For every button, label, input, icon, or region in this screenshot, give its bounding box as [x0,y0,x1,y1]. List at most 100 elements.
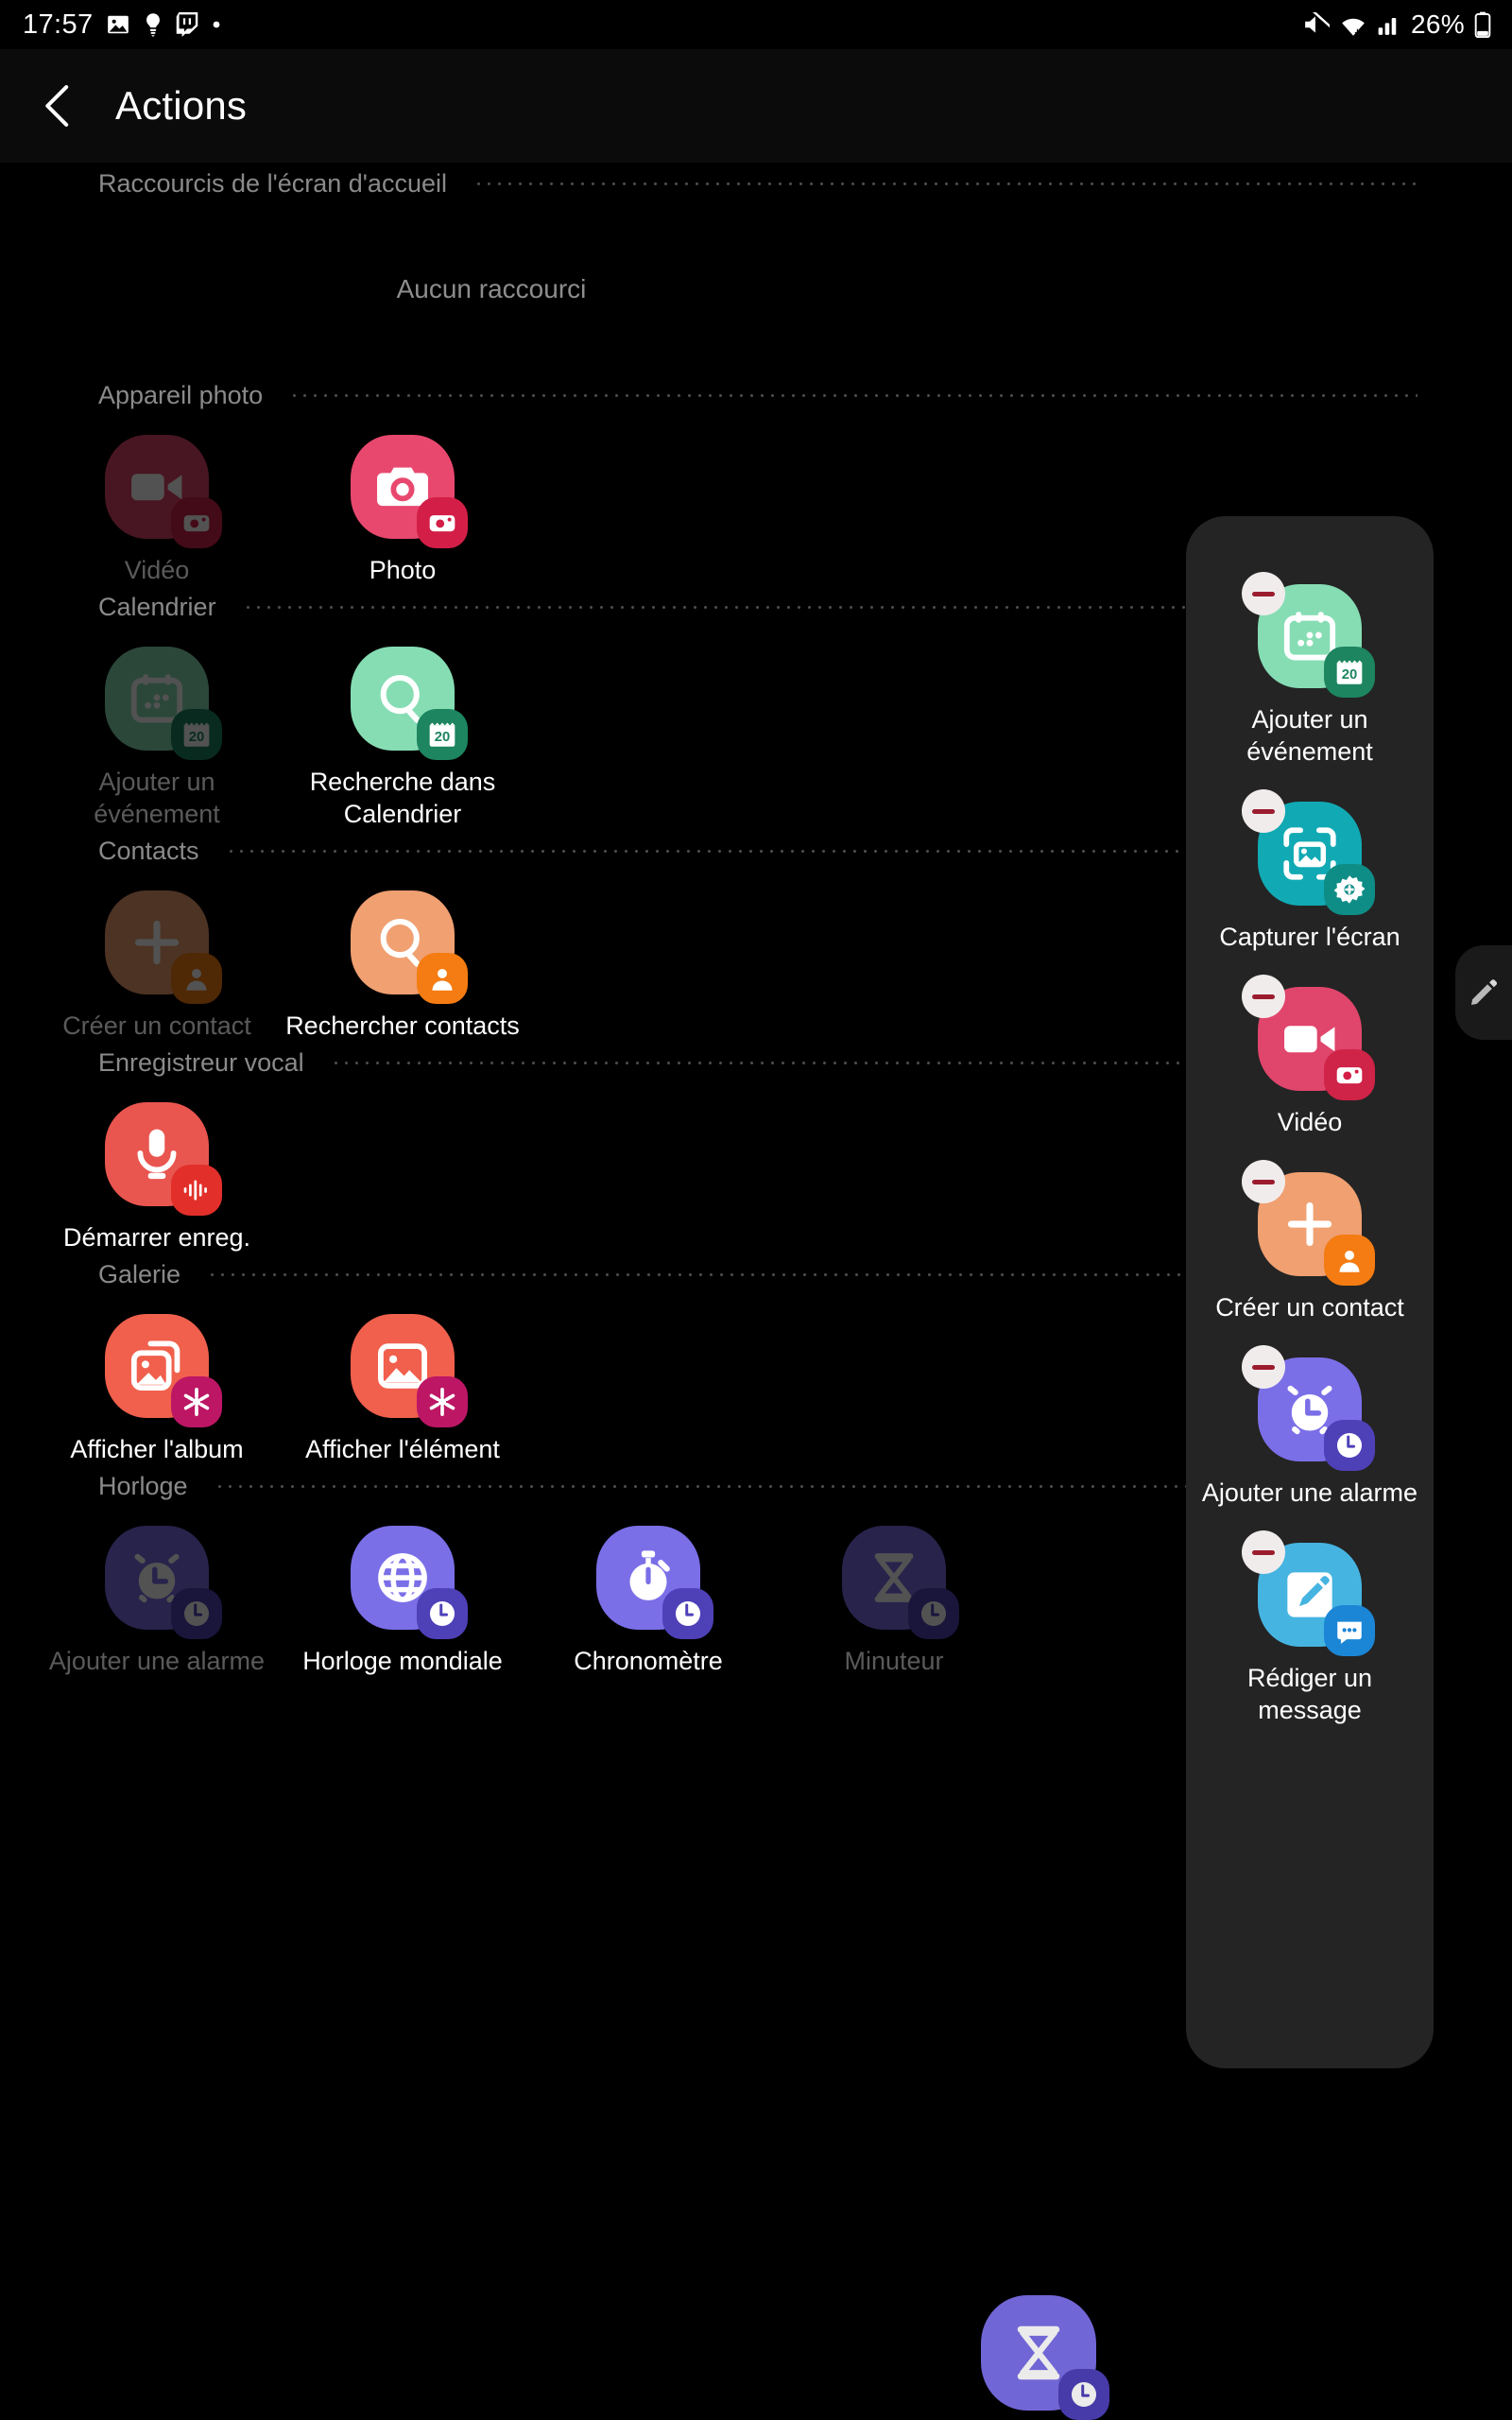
section-divider-dots [289,393,1418,397]
section-header-camera: Appareil photo [98,374,1418,416]
dock-item-5[interactable]: Rédiger un message [1196,1530,1423,1726]
action-item-label: Afficher l'élément [305,1435,500,1463]
action-item-calendar-1[interactable]: 20 Recherche dans Calendrier [280,628,525,830]
action-item-gallery-0[interactable]: Afficher l'album [34,1295,280,1465]
dock-item-label: Rédiger un message [1246,1664,1373,1724]
camera-badge-icon [1324,1049,1375,1100]
battery-percent: 26% [1411,9,1465,39]
action-item-label: Photo [369,556,437,584]
section-title: Calendrier [98,592,216,621]
shortcut-tile [842,1526,959,1639]
shortcut-tile [105,1526,222,1639]
camera-badge-icon [171,497,222,548]
signal-icon [1377,12,1401,37]
page-title: Actions [115,83,248,128]
action-item-label: Démarrer enreg. [62,1223,251,1252]
calendar-20-badge-icon: 20 [417,709,468,760]
flower-badge-icon [417,1376,468,1427]
dock-item-label: Ajouter une alarme [1201,1478,1418,1507]
dock-tile [1242,1530,1375,1656]
dock-edit-handle[interactable] [1455,945,1512,1040]
shortcut-tile: 20 [105,647,222,760]
status-bar: 17:57 26% [0,0,1512,49]
battery-icon [1474,11,1491,38]
action-item-clock-2[interactable]: Chronomètre [525,1507,771,1677]
status-time: 17:57 [23,9,94,40]
back-button[interactable] [23,71,93,141]
section-title: Raccourcis de l'écran d'accueil [98,168,447,198]
section-header-home-shortcuts: Raccourcis de l'écran d'accueil [98,163,1418,204]
chat-badge-icon [1324,1605,1375,1656]
dock-item-label: Capturer l'écran [1219,923,1400,951]
gear-badge-icon [1324,864,1375,915]
camera-badge-icon [417,497,468,548]
action-item-label: Chronomètre [574,1647,723,1675]
dock-item-label: Créer un contact [1215,1293,1404,1322]
action-item-calendar-0[interactable]: 20 Ajouter un événement [34,628,280,830]
minus-icon[interactable] [1242,1160,1285,1203]
chevron-left-icon [39,84,77,128]
ghost-tile [981,2295,1109,2420]
person-badge-icon [417,953,468,1004]
empty-state-text: Aucun raccourci [396,274,587,303]
action-item-clock-3[interactable]: Minuteur [771,1507,1017,1677]
dock-item-0[interactable]: 20 Ajouter un événement [1196,572,1423,768]
dot-icon [211,19,222,30]
action-item-clock-0[interactable]: Ajouter une alarme [34,1507,280,1677]
action-item-clock-1[interactable]: Horloge mondiale [280,1507,525,1677]
wifi-icon [1339,12,1367,37]
action-item-label: Recherche dans Calendrier [309,768,496,828]
action-item-label: Créer un contact [62,1011,251,1040]
shortcut-tile [105,1314,222,1427]
clock-badge-icon [908,1588,959,1639]
dragged-shortcut-ghost[interactable] [981,2295,1109,2420]
section-title: Enregistreur vocal [98,1047,304,1077]
shortcut-dock-panel[interactable]: 20 Ajouter un événement Capturer l'écran Vi… [1186,516,1434,2068]
image-icon [106,12,130,37]
twitch-icon [176,12,198,37]
svg-text:20: 20 [1342,667,1358,683]
app-bar: Actions [0,49,1512,163]
action-item-contacts-1[interactable]: Rechercher contacts [280,872,525,1042]
action-item-label: Afficher l'album [70,1435,244,1463]
calendar-20-badge-icon: 20 [1324,647,1375,698]
action-item-voice-recorder-0[interactable]: Démarrer enreg. [34,1083,280,1253]
calendar-20-badge-icon: 20 [171,709,222,760]
shortcut-tile [105,890,222,1004]
person-badge-icon [1324,1235,1375,1286]
action-item-camera-1[interactable]: Photo [280,416,525,586]
action-item-contacts-0[interactable]: Créer un contact [34,872,280,1042]
mute-icon [1303,12,1331,37]
action-item-gallery-1[interactable]: Afficher l'élément [280,1295,525,1465]
status-bar-left: 17:57 [23,9,222,41]
action-item-label: Vidéo [124,556,190,584]
shortcut-tile [105,435,222,548]
action-item-camera-0[interactable]: Vidéo [34,416,280,586]
dock-item-3[interactable]: Créer un contact [1196,1160,1423,1323]
clock-badge-icon [1058,2369,1109,2420]
action-item-label: Ajouter un événement [94,768,220,828]
clock-badge-icon [417,1588,468,1639]
section-title: Contacts [98,836,199,865]
minus-icon[interactable] [1242,1345,1285,1389]
empty-state-home-shortcuts: Aucun raccourci [0,204,1512,374]
minus-icon[interactable] [1242,572,1285,615]
dock-item-1[interactable]: Capturer l'écran [1196,789,1423,953]
pencil-icon [1468,977,1500,1009]
shortcut-tile [351,1314,468,1427]
svg-text:20: 20 [189,730,205,745]
dock-item-label: Vidéo [1277,1108,1343,1136]
dock-item-4[interactable]: Ajouter une alarme [1196,1345,1423,1509]
minus-icon[interactable] [1242,1530,1285,1574]
dock-item-2[interactable]: Vidéo [1196,975,1423,1138]
shortcut-tile [351,890,468,1004]
action-item-label: Minuteur [844,1647,944,1675]
shortcut-tile: 20 [351,647,468,760]
minus-icon[interactable] [1242,975,1285,1018]
dock-tile [1242,1160,1375,1286]
flower-badge-icon [171,1376,222,1427]
section-title: Appareil photo [98,380,264,409]
minus-icon[interactable] [1242,789,1285,833]
clock-badge-icon [171,1588,222,1639]
shortcut-tile [351,435,468,548]
